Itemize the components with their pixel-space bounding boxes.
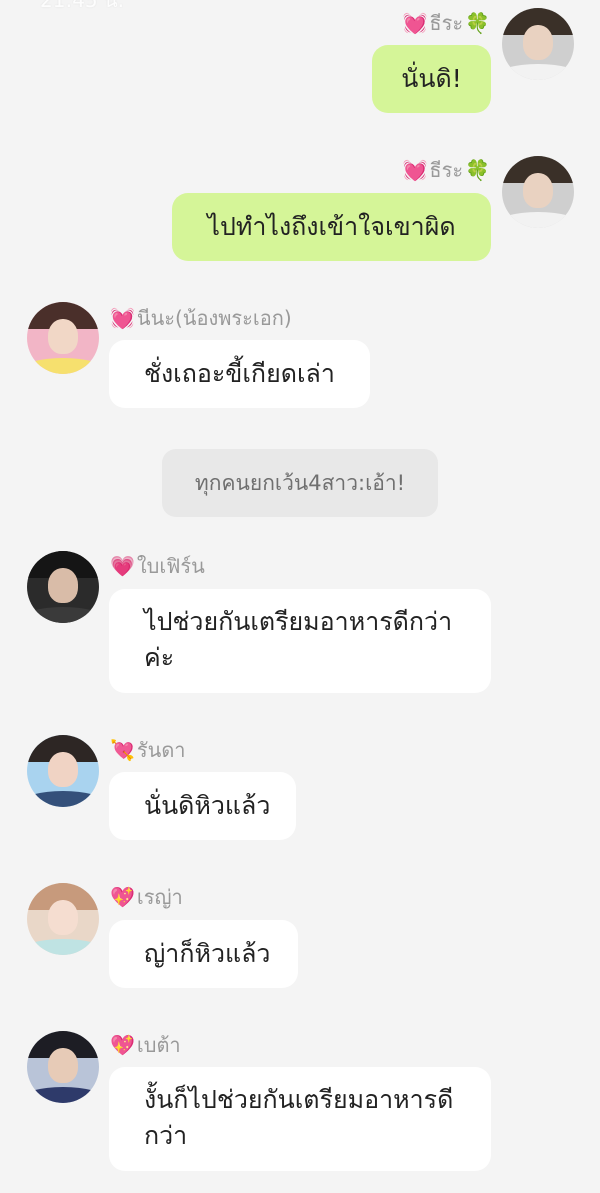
- message-text: งั้นก็ไปช่วยกันเตรียมอาหารดีกว่า: [144, 1085, 454, 1150]
- clover-icon: 🍀: [465, 158, 490, 182]
- avatar-nina[interactable]: [27, 302, 99, 374]
- heart-icon: 💖: [110, 1033, 135, 1057]
- heart-icon: 💖: [110, 885, 135, 909]
- message-text: ญ่าก็หิวแล้ว: [144, 939, 271, 968]
- clover-icon: 🍀: [465, 11, 490, 35]
- message-text: ชั่งเถอะขี้เกียดเล่า: [144, 359, 335, 388]
- heart-icon: 💓: [402, 158, 428, 182]
- message-bubble-8[interactable]: งั้นก็ไปช่วยกันเตรียมอาหารดีกว่า: [109, 1067, 491, 1171]
- avatar-theera-2[interactable]: [502, 156, 574, 228]
- message-text: นั่นดิ!: [401, 64, 462, 93]
- sender-name-theera-1: 💓 ธีระ 🍀: [402, 11, 490, 35]
- sender-name-theera-2: 💓 ธีระ 🍀: [402, 158, 490, 182]
- sender-name-baifern: 💗 ใบเฟิร์น: [110, 554, 205, 578]
- message-bubble-5[interactable]: ไปช่วยกันเตรียมอาหารดีกว่าค่ะ: [109, 589, 491, 693]
- avatar-beta[interactable]: [27, 1031, 99, 1103]
- avatar-baifern[interactable]: [27, 551, 99, 623]
- message-text: ไปทำไงถึงเข้าใจเขาผิด: [207, 212, 456, 241]
- sender-name-beta: 💖 เบต้า: [110, 1033, 181, 1057]
- sender-name-renya: 💖 เรญ่า: [110, 885, 183, 909]
- message-text: ไปช่วยกันเตรียมอาหารดีกว่าค่ะ: [144, 607, 453, 672]
- message-bubble-6[interactable]: นั่นดิหิวแล้ว: [109, 772, 296, 840]
- message-bubble-7[interactable]: ญ่าก็หิวแล้ว: [109, 920, 298, 988]
- avatar-renya[interactable]: [27, 883, 99, 955]
- system-message-text: ทุกคนยกเว้น4สาว:เอ้า!: [194, 471, 406, 495]
- sender-name-nina: 💓 นีนะ(น้องพระเอก): [110, 306, 292, 330]
- heart-icon: 💓: [402, 11, 428, 35]
- status-time: 21:45 น.: [40, 0, 125, 12]
- heart-icon: 💗: [110, 554, 135, 578]
- avatar-randa[interactable]: [27, 735, 99, 807]
- message-bubble-1[interactable]: นั่นดิ!: [372, 45, 491, 113]
- system-message: ทุกคนยกเว้น4สาว:เอ้า!: [162, 449, 438, 517]
- message-bubble-2[interactable]: ไปทำไงถึงเข้าใจเขาผิด: [172, 193, 491, 261]
- heart-icon: 💘: [110, 738, 135, 762]
- avatar-theera-1[interactable]: [502, 8, 574, 80]
- message-text: นั่นดิหิวแล้ว: [144, 791, 271, 820]
- heart-icon: 💓: [110, 306, 135, 330]
- message-bubble-3[interactable]: ชั่งเถอะขี้เกียดเล่า: [109, 340, 370, 408]
- sender-name-randa: 💘 รันดา: [110, 738, 186, 762]
